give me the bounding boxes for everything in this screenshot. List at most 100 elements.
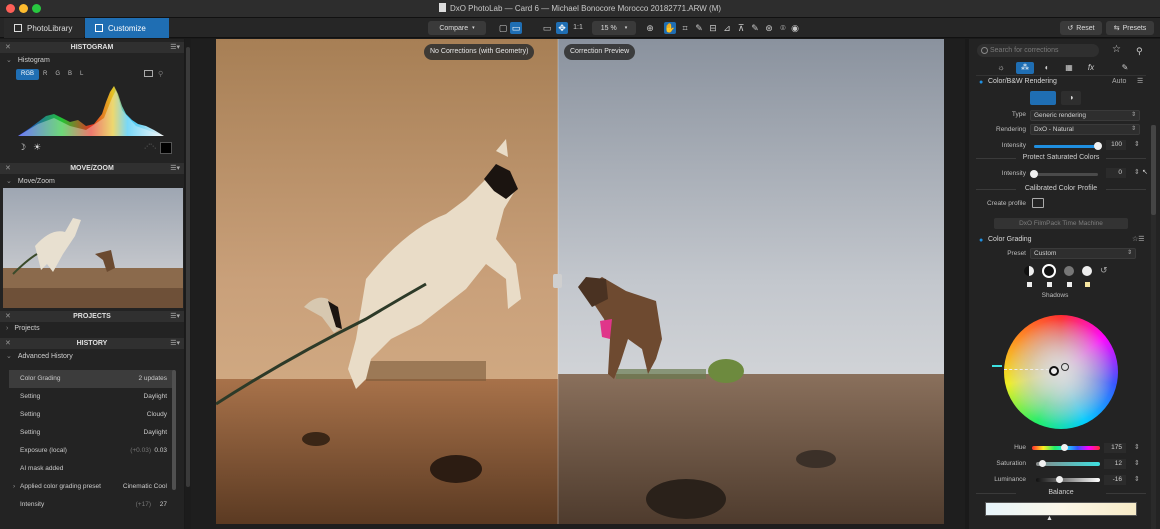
luminance-value[interactable]: -16 (1104, 475, 1126, 485)
history-row[interactable]: › Applied color grading preset Cinematic C… (9, 478, 175, 496)
movezoom-subsection[interactable]: ⌄ Move/Zoom (6, 177, 55, 185)
compare-button[interactable]: Compare ▾ (428, 21, 486, 35)
light-icon[interactable]: ☼ (992, 62, 1010, 74)
create-profile-icon[interactable] (1032, 198, 1044, 208)
navigator-thumbnail[interactable] (3, 188, 183, 308)
close-icon[interactable]: ✕ (5, 338, 11, 349)
eyedropper-icon[interactable]: ✎ (693, 22, 705, 34)
repair-tool-icon[interactable]: ✎ (749, 22, 761, 34)
search-input[interactable]: Search for corrections (977, 44, 1099, 57)
luminance-knob[interactable] (1056, 476, 1063, 483)
midtones-wheel-icon[interactable] (1064, 266, 1074, 276)
right-panel-scrollbar[interactable] (1151, 125, 1156, 529)
geometry-icon[interactable]: ▦ (1060, 62, 1078, 74)
history-row[interactable]: AI mask added (9, 460, 175, 478)
balance-knob[interactable]: ▲ (1046, 515, 1053, 522)
section-menu-icon[interactable]: ☰ (1137, 77, 1143, 85)
monitor-icon[interactable] (144, 70, 153, 77)
crop-tool-icon[interactable]: ⌗ (679, 22, 691, 34)
moon-icon[interactable]: ☽ (18, 142, 26, 153)
picker-icon[interactable]: ↖ (1142, 168, 1148, 176)
tab-customize[interactable]: Customize (85, 18, 169, 38)
highlights-wheel-icon[interactable] (1082, 266, 1092, 276)
color-mode-button[interactable] (1030, 91, 1056, 105)
bw-mode-button[interactable]: ◑ (1061, 91, 1081, 105)
black-swatch[interactable] (160, 142, 172, 154)
intensity-stepper[interactable]: ⇕ (1134, 140, 1140, 148)
global-wheel-icon[interactable] (1024, 266, 1034, 276)
clipping-icon[interactable]: ⋰⋱ (144, 143, 156, 150)
panel-menu-icon[interactable]: ☰▾ (170, 338, 180, 349)
history-row[interactable]: Color Grading 2 updates (9, 370, 175, 388)
color-icon[interactable]: ⁂ (1016, 62, 1034, 74)
history-row[interactable]: Intensity (+17) 27 (9, 496, 175, 514)
close-icon[interactable]: ✕ (5, 163, 11, 174)
panel-menu-icon[interactable]: ☰▾ (170, 163, 180, 174)
wheel-handle[interactable] (1049, 366, 1059, 376)
single-view-icon[interactable]: ▢ (497, 22, 509, 34)
section-close-icon[interactable]: ● (979, 79, 983, 86)
local-adjust-icon[interactable]: ⊛ (763, 22, 775, 34)
panel-menu-icon[interactable]: ☰▾ (170, 42, 180, 53)
section-close-icon[interactable]: ● (979, 237, 983, 244)
history-row[interactable]: Setting Cloudy (9, 406, 175, 424)
move-tool-icon[interactable]: ✥ (556, 22, 568, 34)
brush-icon[interactable]: ✎ (1116, 62, 1134, 74)
history-header[interactable]: ✕ HISTORY ☰▾ (0, 338, 184, 349)
histogram-header[interactable]: ✕ HISTOGRAM ☰▾ (0, 42, 184, 53)
horizon-tool-icon[interactable]: ⊟ (707, 22, 719, 34)
rendering-dropdown[interactable]: DxO - Natural (1030, 124, 1140, 135)
channel-r[interactable]: R (39, 69, 51, 80)
preset-dropdown[interactable]: Custom (1030, 248, 1136, 259)
luminance-stepper[interactable]: ⇕ (1134, 475, 1140, 483)
split-view-icon[interactable]: ▭ (510, 22, 522, 34)
preview-eye-icon[interactable]: ◉ (789, 22, 801, 34)
hand-tool-icon[interactable]: ✋ (664, 22, 676, 34)
projects-header[interactable]: ✕ PROJECTS ☰▾ (0, 311, 184, 322)
history-row[interactable]: Setting Daylight (9, 388, 175, 406)
histogram-subsection[interactable]: ⌄ Histogram (6, 56, 50, 64)
effects-icon[interactable]: fx (1082, 62, 1100, 74)
favorite-star-icon[interactable]: ☆☰ (1132, 235, 1145, 243)
reset-button[interactable]: ↺ Reset (1060, 21, 1102, 35)
movezoom-header[interactable]: ✕ MOVE/ZOOM ☰▾ (0, 163, 184, 174)
wheel-luminance-handle[interactable] (1061, 363, 1069, 371)
auto-button[interactable]: Auto (1112, 78, 1126, 85)
balance-slider[interactable] (985, 502, 1137, 516)
channel-g[interactable]: G (51, 69, 64, 80)
left-panel-scroll-thumb[interactable] (186, 47, 190, 487)
saturation-knob[interactable] (1039, 460, 1046, 467)
channel-b[interactable]: B (64, 69, 76, 80)
intensity-value[interactable]: 100 (1106, 140, 1126, 150)
panel-menu-icon[interactable]: ☰▾ (170, 311, 180, 322)
zoom-select[interactable]: 15 % ▾ (592, 21, 636, 35)
chevron-right-icon[interactable]: › (13, 483, 15, 490)
hue-value[interactable]: 175 (1104, 443, 1126, 453)
photo-comparison[interactable] (216, 39, 944, 524)
detail-icon[interactable]: ◐ (1038, 62, 1056, 74)
channel-rgb[interactable]: RGB (16, 69, 40, 80)
projects-subsection[interactable]: › Projects (6, 325, 40, 332)
tab-photolibrary[interactable]: PhotoLibrary (4, 18, 84, 38)
star-icon[interactable]: ☆ (1112, 44, 1121, 55)
saturation-value[interactable]: 12 (1104, 459, 1126, 469)
luminance-slider[interactable] (1036, 478, 1100, 482)
intensity-knob[interactable] (1094, 142, 1102, 150)
history-row[interactable]: Exposure (local) (+0.03) 0.03 (9, 442, 175, 460)
split-handle[interactable] (553, 274, 562, 288)
type-dropdown[interactable]: Generic rendering (1030, 110, 1140, 121)
saturation-stepper[interactable]: ⇕ (1134, 459, 1140, 467)
close-icon[interactable]: ✕ (5, 311, 11, 322)
watermark-icon[interactable]: ⌾ (777, 22, 789, 34)
protect-intensity-knob[interactable] (1030, 170, 1038, 178)
intensity-slider[interactable] (1034, 142, 1102, 150)
fit-zoom-icon[interactable]: ⊕ (644, 22, 656, 34)
right-panel-scroll-thumb[interactable] (1151, 125, 1156, 215)
presets-button[interactable]: ⇆ Presets (1106, 21, 1154, 35)
keystone-tool-icon[interactable]: ⊼ (735, 22, 747, 34)
protect-intensity-stepper[interactable]: ⇕ (1134, 168, 1140, 176)
crop-view-icon[interactable]: ▭ (541, 22, 553, 34)
sun-icon[interactable]: ☀ (33, 142, 41, 153)
hue-stepper[interactable]: ⇕ (1134, 443, 1140, 451)
history-row[interactable]: Setting Daylight (9, 424, 175, 442)
